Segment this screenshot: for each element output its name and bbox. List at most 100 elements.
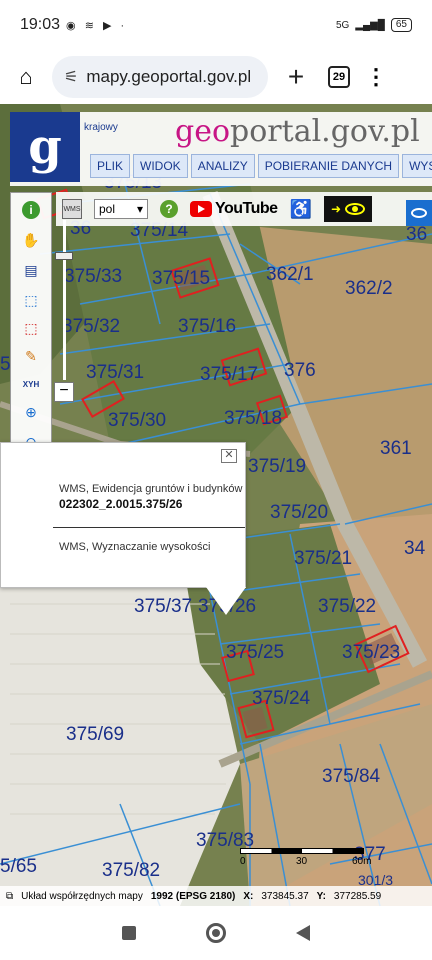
portal-subtitle: krajowy: [84, 122, 118, 133]
map-view[interactable]: 375/13 36 375/14 375/15 362/1 362/2 36 3…: [0, 104, 432, 906]
parcel-label: 375/18: [224, 408, 283, 429]
status-bar: 19:03 ◉ ≋ ▶ · 5G ▂▄▆█ 65: [0, 0, 432, 50]
geoportal-header: g krajowy geoportal.gov.pl PLIK WIDOK AN…: [10, 112, 432, 186]
language-select[interactable]: pol ▾: [94, 199, 148, 219]
parcel-label: 5/65: [0, 856, 37, 877]
new-tab-button[interactable]: +: [268, 61, 324, 93]
parcel-label: 375/15: [152, 268, 211, 289]
parcel-label: 375/16: [178, 316, 237, 337]
popup-parcel-id[interactable]: 022302_2.0015.375/26: [59, 497, 182, 511]
portal-menu: PLIK WIDOK ANALIZY POBIERANIE DANYCH WYS…: [90, 154, 432, 178]
language-value: pol: [99, 202, 116, 216]
pencil-icon[interactable]: ✎: [20, 345, 42, 367]
parcel-label: 375/23: [342, 642, 401, 663]
parcel-label: 376: [284, 360, 316, 381]
parcel-label: 375/69: [66, 724, 125, 745]
info-icon[interactable]: i: [22, 201, 40, 219]
back-button[interactable]: [296, 925, 310, 941]
y-value: 377285.59: [333, 890, 382, 902]
contrast-button[interactable]: ➜: [323, 196, 372, 222]
parcel-label: 375/82: [102, 860, 161, 881]
home-button[interactable]: [206, 923, 226, 943]
wheelchair-icon[interactable]: ♿: [290, 199, 312, 220]
parcel-label: 5: [0, 354, 11, 375]
coord-system[interactable]: 1992 (EPSG 2180): [151, 891, 236, 902]
popup-divider: [53, 527, 245, 528]
parcel-label: 375/24: [252, 688, 311, 709]
browser-toolbar: ⌂ ⚟ mapy.geoportal.gov.pl + 29 ⋮: [0, 50, 432, 104]
menu-plik[interactable]: PLIK: [90, 154, 131, 178]
url-text: mapy.geoportal.gov.pl: [86, 67, 252, 86]
close-icon[interactable]: ✕: [221, 449, 237, 463]
zoom-in-icon[interactable]: ⊕: [20, 401, 42, 423]
browser-menu-icon[interactable]: ⋮: [350, 64, 402, 90]
zoom-track: [63, 220, 66, 380]
menu-pobieranie-danych[interactable]: POBIERANIE DANYCH: [257, 154, 400, 178]
youtube-icon: [190, 201, 212, 217]
visibility-toggle-button[interactable]: [406, 200, 432, 226]
help-icon[interactable]: ?: [160, 200, 178, 218]
zoom-minus-button[interactable]: −: [54, 382, 74, 402]
menu-analizy[interactable]: ANALIZY: [190, 154, 255, 178]
portal-title: geoportal.gov.pl: [175, 114, 420, 149]
home-icon[interactable]: ⌂: [0, 64, 52, 90]
parcel-label: 375/22: [318, 596, 377, 617]
scale-label: 30: [296, 856, 308, 867]
status-notification-icons: ◉ ≋ ▶ ·: [66, 19, 128, 32]
youtube-label: YouTube: [215, 200, 278, 217]
zoom-handle[interactable]: [55, 252, 73, 260]
layers-icon[interactable]: ▤: [20, 259, 42, 281]
scale-label: 0: [240, 856, 246, 867]
coordinate-bar: ⧉ Układ współrzędnych mapy 1992 (EPSG 21…: [0, 886, 432, 906]
system-nav-bar: [0, 906, 432, 960]
clear-selection-icon[interactable]: ⬚: [20, 317, 42, 339]
popup-layer-name: WMS, Wyznaczanie wysokości: [59, 541, 211, 553]
site-settings-icon[interactable]: ⚟: [64, 67, 78, 87]
parcel-label: 375/84: [322, 766, 381, 787]
menu-wyszukiwanie[interactable]: WYSZUKIW: [402, 154, 432, 178]
y-label: Y:: [316, 890, 326, 902]
xyh-icon[interactable]: XYH: [20, 373, 42, 395]
eye-icon: [345, 203, 366, 215]
pan-hand-icon[interactable]: ✋: [20, 229, 42, 251]
parcel-label: 375/37: [134, 596, 193, 617]
recents-button[interactable]: [122, 926, 136, 940]
parcel-label: 34: [404, 538, 426, 559]
popup-layer-name: WMS, Ewidencja gruntów i budynków: [59, 483, 243, 495]
signal-icon: ▂▄▆█: [355, 19, 385, 31]
geoportal-logo: g: [10, 112, 80, 182]
status-right: 5G ▂▄▆█ 65: [336, 18, 412, 32]
select-area-icon[interactable]: ⬚: [20, 289, 42, 311]
tab-switcher-button[interactable]: 29: [328, 66, 350, 88]
parcel-label: 375/31: [86, 362, 145, 383]
parcel-label: 375/25: [226, 642, 285, 663]
parcel-label: 362/1: [266, 264, 314, 285]
portal-title-prefix: geo: [175, 114, 231, 149]
popup-pointer: [206, 587, 246, 615]
parcel-label: 36: [406, 224, 428, 245]
coord-system-prefix: Układ współrzędnych mapy: [21, 890, 143, 902]
portal-title-rest: portal.gov.pl: [230, 114, 420, 149]
coord-system-icon[interactable]: ⧉: [6, 891, 13, 902]
battery-icon: 65: [390, 18, 412, 32]
youtube-button[interactable]: YouTube: [190, 200, 278, 218]
wms-icon[interactable]: WMS: [62, 199, 82, 219]
x-label: X:: [243, 890, 254, 902]
scale-labels: 0 30 60m: [240, 854, 371, 867]
status-time: 19:03: [20, 16, 61, 33]
parcel-label: 361: [380, 438, 412, 459]
parcel-label: 362/2: [345, 278, 393, 299]
chevron-down-icon: ▾: [136, 202, 143, 216]
scale-label: 60m: [352, 856, 372, 867]
feature-info-popup: ✕ WMS, Ewidencja gruntów i budynków 0223…: [0, 442, 246, 588]
url-bar[interactable]: ⚟ mapy.geoportal.gov.pl: [52, 56, 268, 98]
scale-bar: 0 30 60m: [240, 848, 371, 867]
menu-widok[interactable]: WIDOK: [133, 154, 188, 178]
zoom-slider[interactable]: −: [54, 220, 74, 410]
parcel-label: 375/19: [248, 456, 307, 477]
arrow-icon: ➜: [330, 202, 342, 216]
eye-icon: [411, 208, 427, 218]
network-icon: 5G: [335, 19, 350, 31]
parcel-label: 375/20: [270, 502, 329, 523]
parcel-label: 375/17: [200, 364, 259, 385]
